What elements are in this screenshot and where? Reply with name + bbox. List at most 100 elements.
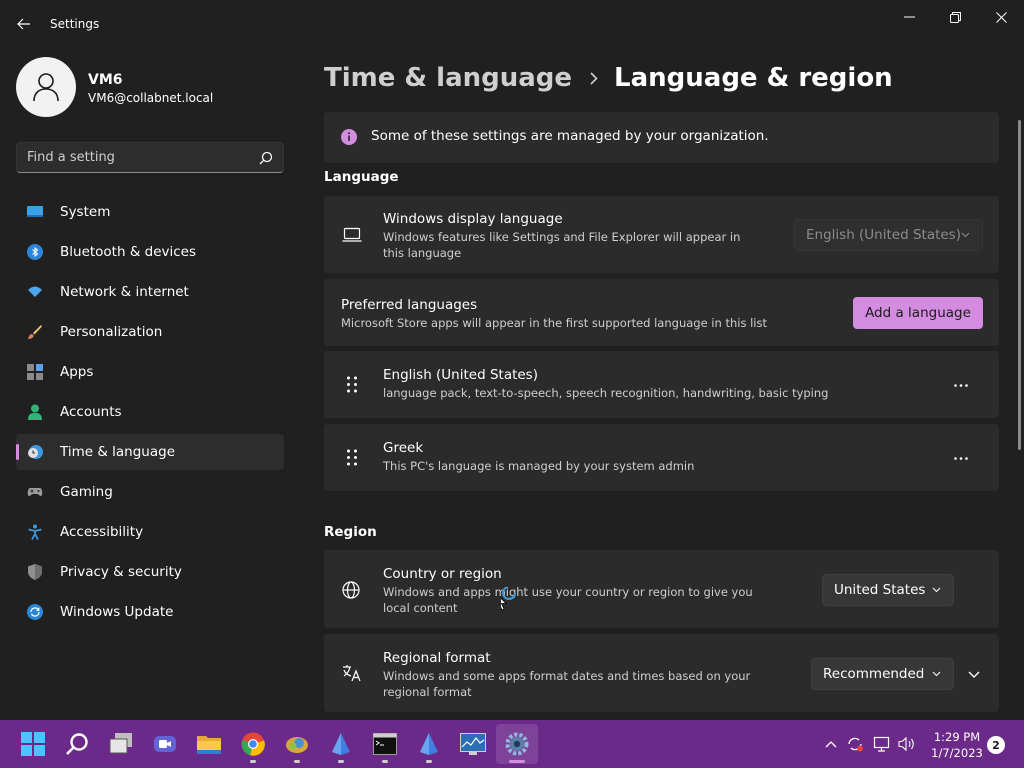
globe-icon bbox=[342, 581, 360, 599]
wifi-icon bbox=[28, 286, 42, 297]
sidebar-item-privacy-security[interactable]: Privacy & security bbox=[16, 554, 284, 590]
close-icon bbox=[995, 11, 1007, 23]
sidebar-item-label: Windows Update bbox=[60, 604, 174, 620]
add-language-button[interactable]: Add a language bbox=[853, 297, 983, 329]
language-name: English (United States) bbox=[383, 367, 538, 383]
info-icon bbox=[341, 129, 357, 145]
display-language-description: Windows features like Settings and File … bbox=[383, 230, 741, 260]
apps-icon bbox=[27, 364, 43, 380]
expand-regional-format-button[interactable] bbox=[963, 663, 985, 685]
chrome-icon[interactable] bbox=[240, 731, 266, 757]
regional-format-value: Recommended bbox=[823, 666, 925, 682]
restore-icon bbox=[949, 11, 961, 23]
page-title: Language & region bbox=[614, 63, 893, 93]
pinned-app-icon[interactable] bbox=[328, 731, 354, 757]
sidebar-item-apps[interactable]: Apps bbox=[16, 354, 284, 390]
preferred-languages-title: Preferred languages bbox=[341, 297, 478, 313]
chevron-down-icon bbox=[961, 232, 970, 238]
active-indicator bbox=[509, 760, 525, 763]
search-box bbox=[16, 142, 284, 173]
managed-info-bar: Some of these settings are managed by yo… bbox=[324, 112, 999, 163]
user-avatar-icon bbox=[33, 73, 59, 102]
sidebar-item-windows-update[interactable]: Windows Update bbox=[16, 594, 284, 630]
sidebar-item-accessibility[interactable]: Accessibility bbox=[16, 514, 284, 550]
chevron-down-icon bbox=[932, 671, 941, 677]
task-view-icon[interactable] bbox=[108, 731, 134, 757]
sidebar-item-label: Gaming bbox=[60, 484, 113, 500]
display-language-title: Windows display language bbox=[383, 211, 563, 227]
taskbar-clock[interactable]: 1:29 PM 1/7/2023 bbox=[920, 729, 994, 761]
user-email: VM6@collabnet.local bbox=[88, 91, 214, 105]
sidebar-nav: System Bluetooth & devices Network & int… bbox=[16, 194, 284, 634]
sidebar-item-system[interactable]: System bbox=[16, 194, 284, 230]
teams-chat-icon[interactable] bbox=[152, 731, 178, 757]
sidebar-item-bluetooth-devices[interactable]: Bluetooth & devices bbox=[16, 234, 284, 270]
running-indicator bbox=[250, 760, 256, 763]
notification-badge[interactable]: 2 bbox=[987, 736, 1005, 754]
display-language-dropdown[interactable]: English (United States) bbox=[794, 219, 983, 251]
search-input[interactable] bbox=[17, 143, 253, 172]
sidebar-item-personalization[interactable]: Personalization bbox=[16, 314, 284, 350]
preferred-languages-card: Preferred languages Microsoft Store apps… bbox=[324, 279, 999, 346]
more-options-button[interactable] bbox=[945, 446, 977, 470]
sidebar-item-time-language[interactable]: Time & language bbox=[16, 434, 284, 470]
country-region-dropdown[interactable]: United States bbox=[822, 574, 954, 606]
settings-icon[interactable] bbox=[504, 731, 530, 757]
user-name: VM6 bbox=[88, 72, 123, 88]
more-options-button[interactable] bbox=[945, 373, 977, 397]
brush-icon bbox=[28, 325, 42, 339]
accessibility-icon bbox=[28, 524, 42, 540]
taskbar-search-icon[interactable] bbox=[64, 731, 90, 757]
drag-handle-icon[interactable] bbox=[346, 376, 358, 393]
regional-format-icon bbox=[343, 665, 361, 682]
language-name: Greek bbox=[383, 440, 424, 456]
busy-cursor-icon bbox=[501, 586, 516, 611]
breadcrumb: Time & language Language & region bbox=[324, 58, 893, 98]
accounts-icon bbox=[28, 404, 42, 420]
file-explorer-icon[interactable] bbox=[196, 731, 222, 757]
pinned-app-icon[interactable] bbox=[284, 731, 310, 757]
laptop-icon bbox=[342, 227, 362, 242]
sidebar-item-label: Personalization bbox=[60, 324, 163, 340]
sync-icon[interactable] bbox=[846, 736, 864, 752]
terminal-icon[interactable] bbox=[372, 731, 398, 757]
language-detail: language pack, text-to-speech, speech re… bbox=[383, 386, 829, 400]
sidebar-item-network-internet[interactable]: Network & internet bbox=[16, 274, 284, 310]
volume-icon[interactable] bbox=[898, 736, 916, 752]
window-title: Settings bbox=[50, 17, 100, 31]
restore-button[interactable] bbox=[932, 4, 978, 30]
language-list-item-english: English (United States) language pack, t… bbox=[324, 351, 999, 418]
country-region-title: Country or region bbox=[383, 566, 502, 582]
back-arrow-icon[interactable] bbox=[10, 12, 38, 36]
drag-handle-icon[interactable] bbox=[346, 449, 358, 466]
tray-chevron-up-icon[interactable] bbox=[822, 736, 840, 752]
sidebar-item-label: Accounts bbox=[60, 404, 122, 420]
network-icon[interactable] bbox=[873, 736, 891, 752]
breadcrumb-parent[interactable]: Time & language bbox=[324, 63, 572, 93]
sidebar-item-label: Privacy & security bbox=[60, 564, 182, 580]
search-icon[interactable] bbox=[259, 151, 273, 165]
regional-format-card: Regional format Windows and some apps fo… bbox=[324, 634, 999, 712]
language-list-item-greek: Greek This PC's language is managed by y… bbox=[324, 424, 999, 491]
minimize-button[interactable] bbox=[886, 4, 932, 30]
country-region-value: United States bbox=[834, 582, 926, 598]
chevron-right-icon bbox=[590, 71, 598, 85]
avatar[interactable] bbox=[16, 57, 76, 117]
regional-format-dropdown[interactable]: Recommended bbox=[811, 658, 954, 690]
region-section-title: Region bbox=[324, 524, 377, 540]
pinned-app-icon[interactable] bbox=[416, 731, 442, 757]
title-bar: Settings bbox=[0, 0, 1024, 48]
sidebar-item-gaming[interactable]: Gaming bbox=[16, 474, 284, 510]
monitor-icon[interactable] bbox=[460, 731, 486, 757]
close-button[interactable] bbox=[978, 4, 1024, 30]
more-icon bbox=[954, 456, 968, 460]
country-region-card: Country or region Windows and apps might… bbox=[324, 550, 999, 628]
sidebar-item-accounts[interactable]: Accounts bbox=[16, 394, 284, 430]
scrollbar[interactable] bbox=[1018, 120, 1021, 450]
sidebar-item-label: Accessibility bbox=[60, 524, 144, 540]
start-icon[interactable] bbox=[20, 731, 46, 757]
regional-format-title: Regional format bbox=[383, 650, 491, 666]
regional-format-description: Windows and some apps format dates and t… bbox=[383, 669, 751, 699]
language-section-title: Language bbox=[324, 169, 399, 185]
preferred-languages-description: Microsoft Store apps will appear in the … bbox=[341, 316, 767, 330]
